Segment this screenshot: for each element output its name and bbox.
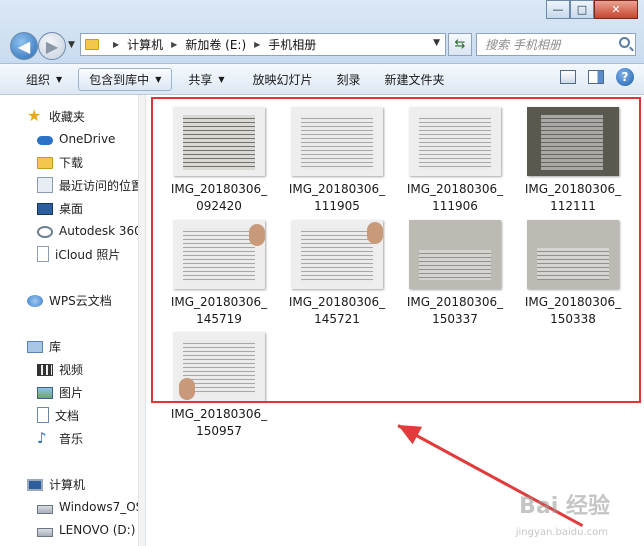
sidebar-item-label: 库 xyxy=(49,339,62,354)
music-note-icon: ♪ xyxy=(37,429,47,447)
change-view-icon[interactable] xyxy=(560,70,576,84)
sidebar-item-label: WPS云文档 xyxy=(49,293,112,308)
sidebar-item-label: OneDrive xyxy=(59,132,116,146)
search-input[interactable]: 搜索 手机相册 xyxy=(476,33,636,56)
include-in-library-button[interactable]: 包含到库中 ▼ xyxy=(78,67,173,91)
share-label: 共享 xyxy=(188,72,213,87)
chevron-down-icon: ▼ xyxy=(155,74,162,84)
folder-icon xyxy=(85,39,99,50)
sidebar-item-desktop[interactable]: 桌面 xyxy=(37,197,83,219)
sidebar-item-label: 文档 xyxy=(55,408,80,423)
address-bar[interactable]: ▶ 计算机 ▶ 新加卷 (E:) ▶ 手机相册 ▼ xyxy=(80,33,446,56)
preview-pane-icon[interactable] xyxy=(588,70,604,84)
sidebar-item-label: Autodesk 360 xyxy=(59,224,142,238)
sidebar-item-label: 视频 xyxy=(59,362,84,377)
share-button[interactable]: 共享 ▼ xyxy=(178,68,234,91)
chevron-down-icon: ▼ xyxy=(218,74,225,84)
back-button[interactable]: ◀ xyxy=(10,32,38,60)
file-name: IMG_20180306_ 150957 xyxy=(170,407,268,438)
sidebar-item-music[interactable]: ♪ 音乐 xyxy=(37,427,83,449)
breadcrumb-phone-album[interactable]: 手机相册 xyxy=(268,36,316,53)
refresh-icon: ⇆ xyxy=(454,37,466,52)
sidebar-item-favorites[interactable]: ★ 收藏夹 xyxy=(27,105,85,127)
sidebar-item-onedrive[interactable]: OneDrive xyxy=(37,128,115,150)
recent-pages-dropdown-icon[interactable]: ▼ xyxy=(68,40,75,50)
downloads-folder-icon xyxy=(37,157,53,169)
drive-icon xyxy=(37,528,53,537)
organize-button[interactable]: 组织 ▼ xyxy=(16,68,72,91)
help-icon[interactable]: ? xyxy=(616,68,634,86)
organize-label: 组织 xyxy=(26,72,51,87)
breadcrumb-computer[interactable]: 计算机 xyxy=(127,36,163,53)
documents-icon xyxy=(37,407,49,423)
burn-button[interactable]: 刻录 xyxy=(327,68,371,91)
icloud-photos-icon xyxy=(37,246,49,262)
autodesk-icon xyxy=(37,226,53,238)
sidebar-scrollbar[interactable] xyxy=(138,95,145,546)
sidebar-item-label: 计算机 xyxy=(49,477,86,492)
sidebar-item-label: iCloud 照片 xyxy=(55,247,121,262)
wps-cloud-icon xyxy=(27,295,43,307)
cloud-icon xyxy=(37,136,53,145)
sidebar-item-wps[interactable]: WPS云文档 xyxy=(27,289,112,311)
back-arrow-icon: ◀ xyxy=(17,36,31,56)
chevron-right-icon[interactable]: ▶ xyxy=(254,40,260,49)
slideshow-button[interactable]: 放映幻灯片 xyxy=(243,68,323,91)
sidebar-item-label: Windows7_OS (C:) xyxy=(59,500,145,514)
sidebar-item-autodesk[interactable]: Autodesk 360 xyxy=(37,220,142,242)
maximize-button[interactable]: □ xyxy=(570,0,594,19)
navigation-pane: ★ 收藏夹 OneDrive 下载 最近访问的位置 桌面 Autodesk 360… xyxy=(0,95,146,546)
sidebar-item-videos[interactable]: 视频 xyxy=(37,358,83,380)
search-icon xyxy=(619,37,630,48)
include-in-library-label: 包含到库中 xyxy=(89,72,150,87)
recent-places-icon xyxy=(37,177,53,193)
video-icon xyxy=(37,364,53,376)
breadcrumb-drive-e[interactable]: 新加卷 (E:) xyxy=(185,36,246,53)
sidebar-item-label: 最近访问的位置 xyxy=(59,178,144,193)
sidebar-item-drive-c[interactable]: Windows7_OS (C:) xyxy=(37,496,145,518)
watermark-brand: Bai 经验 xyxy=(519,494,610,519)
sidebar-item-computer[interactable]: 计算机 xyxy=(27,473,85,495)
refresh-button[interactable]: ⇆ xyxy=(448,33,472,56)
sidebar-item-icloud[interactable]: iCloud 照片 xyxy=(37,243,120,265)
window-controls: — □ ✕ xyxy=(546,0,638,19)
sidebar-item-libraries[interactable]: 库 xyxy=(27,335,61,357)
desktop-icon xyxy=(37,203,53,215)
forward-arrow-icon: ▶ xyxy=(45,36,59,56)
close-button[interactable]: ✕ xyxy=(594,0,638,19)
title-bar: — □ ✕ ◀ ▶ ▼ ▶ 计算机 ▶ 新加卷 (E:) ▶ 手机相册 ▼ ⇆ … xyxy=(0,0,644,64)
sidebar-item-drive-d[interactable]: LENOVO (D:) xyxy=(37,519,135,541)
sidebar-item-pictures[interactable]: 图片 xyxy=(37,381,83,403)
forward-button[interactable]: ▶ xyxy=(38,32,66,60)
sidebar-item-label: 桌面 xyxy=(59,201,84,216)
new-folder-button[interactable]: 新建文件夹 xyxy=(375,68,455,91)
red-highlight-box xyxy=(151,97,641,403)
search-placeholder: 搜索 手机相册 xyxy=(485,38,561,52)
toolbar-right-group: ? xyxy=(560,68,634,86)
sidebar-item-label: 下载 xyxy=(59,155,84,170)
drive-icon xyxy=(37,505,53,514)
chevron-down-icon: ▼ xyxy=(56,74,63,84)
pictures-icon xyxy=(37,387,53,399)
chevron-right-icon[interactable]: ▶ xyxy=(113,40,119,49)
chevron-right-icon[interactable]: ▶ xyxy=(171,40,177,49)
command-toolbar: 组织 ▼ 包含到库中 ▼ 共享 ▼ 放映幻灯片 刻录 新建文件夹 ? xyxy=(0,64,644,95)
star-icon: ★ xyxy=(27,106,42,125)
sidebar-item-label: 图片 xyxy=(59,385,84,400)
minimize-button[interactable]: — xyxy=(546,0,570,19)
sidebar-item-documents[interactable]: 文档 xyxy=(37,404,79,426)
sidebar-item-label: 收藏夹 xyxy=(49,109,86,124)
sidebar-item-label: 音乐 xyxy=(59,431,84,446)
watermark-url: jingyan.baidu.com xyxy=(515,527,608,538)
address-dropdown-icon[interactable]: ▼ xyxy=(433,38,440,48)
sidebar-item-downloads[interactable]: 下载 xyxy=(37,151,83,173)
computer-icon xyxy=(27,478,43,491)
sidebar-item-label: LENOVO (D:) xyxy=(59,523,136,537)
library-icon xyxy=(27,341,43,353)
sidebar-item-recent[interactable]: 最近访问的位置 xyxy=(37,174,143,196)
